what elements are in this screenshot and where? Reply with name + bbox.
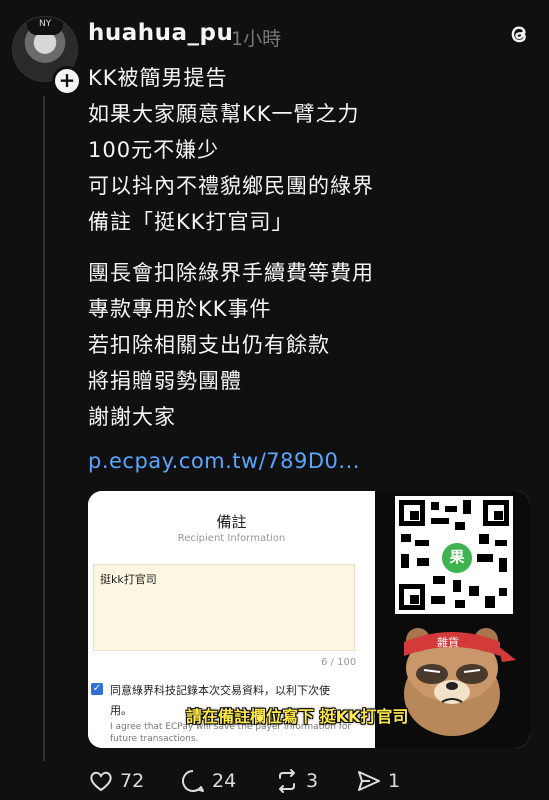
username[interactable]: huahua_pu: [88, 20, 233, 46]
ecpay-logo-icon: 果: [439, 540, 475, 576]
follow-button[interactable]: +: [52, 66, 82, 96]
char-count: 6 / 100: [321, 657, 357, 668]
form-subtitle: Recipient Information: [177, 533, 286, 544]
send-icon: [358, 771, 380, 791]
post-line-2: 如果大家願意幫KK一臂之力: [88, 102, 360, 126]
form-title: 備註: [216, 513, 247, 531]
post-line-4: 可以抖內不禮貌鄉民團的綠界: [88, 174, 374, 198]
repost-icon: [279, 769, 295, 793]
post-line-8: 若扣除相關支出仍有餘款: [88, 333, 330, 357]
threads-icon[interactable]: [505, 20, 533, 48]
agree-text-1: 同意綠界科技記錄本次交易資料，以利下次使: [110, 684, 330, 697]
image-caption: 請在備註欄位寫下 挺KK打官司: [186, 707, 409, 726]
share-button[interactable]: 1: [356, 766, 400, 796]
qr-code: 果: [395, 496, 513, 614]
remark-textarea: 挺kk打官司: [93, 564, 355, 651]
mascot-headband-text: 雜貨: [437, 635, 459, 649]
raccoon-mascot-icon: 雜貨: [404, 628, 516, 736]
post-line-9: 將捐贈弱勢團體: [88, 369, 242, 393]
post-time: 1小時: [231, 28, 282, 50]
comment-count: 24: [212, 770, 237, 792]
repost-count: 3: [306, 770, 319, 792]
post-line-3: 100元不嫌少: [88, 138, 220, 162]
checkbox-icon: ✓: [91, 683, 103, 695]
post-line-7: 專款專用於KK事件: [88, 297, 272, 321]
like-button[interactable]: 72: [88, 766, 144, 796]
action-bar: 72 24 3 1: [88, 766, 528, 796]
post-line-6: 團長會扣除綠界手續費等費用: [88, 261, 374, 285]
agree-text-2: 用。: [110, 704, 132, 717]
comment-button[interactable]: 24: [180, 766, 236, 796]
donation-link[interactable]: p.ecpay.com.tw/789D0...: [88, 449, 360, 473]
repost-button[interactable]: 3: [274, 766, 318, 796]
post-line-5: 備註「挺KK打官司」: [88, 210, 294, 234]
post-line-1: KK被簡男提告: [88, 66, 228, 90]
heart-icon: [90, 771, 112, 792]
thread-line: [43, 96, 45, 761]
attached-image[interactable]: 備註 Recipient Information 挺kk打官司 6 / 100 …: [88, 491, 530, 748]
like-count: 72: [120, 770, 145, 792]
agree-en-2: future transactions.: [110, 734, 199, 744]
remark-value: 挺kk打官司: [100, 573, 157, 586]
post-line-10: 謝謝大家: [88, 405, 176, 429]
comment-icon: [182, 770, 204, 792]
avatar-cap: NY: [27, 17, 63, 35]
share-count: 1: [388, 770, 401, 792]
